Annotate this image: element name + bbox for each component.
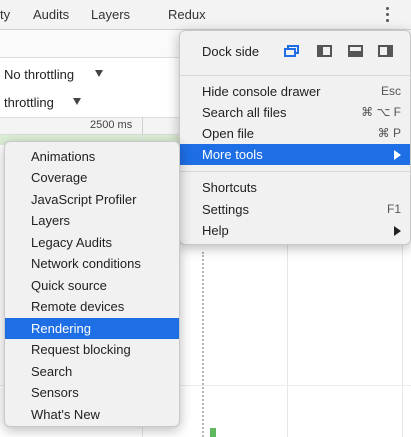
menu-item-open-file[interactable]: Open file ⌘ P bbox=[180, 123, 410, 144]
menu-item-hide-console-drawer[interactable]: Hide console drawer Esc bbox=[180, 81, 410, 102]
submenu-item-search[interactable]: Search bbox=[5, 361, 179, 382]
timeline-marker-line bbox=[202, 252, 204, 437]
tab-truncated[interactable]: ty bbox=[0, 0, 10, 29]
submenu-item-label: What's New bbox=[31, 407, 100, 422]
menu-item-label: Help bbox=[202, 223, 229, 238]
submenu-item-network-conditions[interactable]: Network conditions bbox=[5, 253, 179, 274]
menu-divider bbox=[180, 171, 410, 172]
menu-item-label: More tools bbox=[202, 147, 263, 162]
menu-item-more-tools[interactable]: More tools bbox=[180, 144, 410, 165]
dock-bottom-icon[interactable] bbox=[348, 45, 363, 57]
undock-icon[interactable] bbox=[284, 45, 299, 57]
submenu-item-label: Sensors bbox=[31, 385, 79, 400]
devtools-tab-bar: ty Audits Layers Redux bbox=[0, 0, 411, 30]
submenu-item-rendering[interactable]: Rendering bbox=[5, 318, 179, 339]
menu-item-help[interactable]: Help bbox=[180, 220, 410, 241]
submenu-item-legacy-audits[interactable]: Legacy Audits bbox=[5, 232, 179, 253]
submenu-arrow-icon bbox=[394, 150, 401, 160]
menu-item-label: Search all files bbox=[202, 105, 287, 120]
submenu-item-sensors[interactable]: Sensors bbox=[5, 382, 179, 403]
submenu-item-label: Legacy Audits bbox=[31, 235, 112, 250]
menu-item-shortcut: ⌘ ⌥ F bbox=[361, 105, 401, 119]
menu-item-shortcuts[interactable]: Shortcuts bbox=[180, 177, 410, 198]
submenu-item-label: Layers bbox=[31, 213, 71, 228]
cpu-throttling-chevron-down-icon bbox=[73, 98, 81, 105]
menu-item-label: Hide console drawer bbox=[202, 84, 321, 99]
submenu-item-label: Coverage bbox=[31, 170, 88, 185]
network-throttling-chevron-down-icon bbox=[95, 70, 103, 77]
more-options-icon[interactable] bbox=[386, 7, 390, 23]
menu-item-label: Open file bbox=[202, 126, 255, 141]
menu-item-shortcut: F1 bbox=[386, 202, 401, 216]
submenu-item-label: Rendering bbox=[31, 321, 91, 336]
menu-item-search-all-files[interactable]: Search all files ⌘ ⌥ F bbox=[180, 102, 410, 123]
tab-audits[interactable]: Audits bbox=[33, 0, 69, 29]
cpu-throttling-select[interactable]: throttling bbox=[4, 95, 54, 110]
submenu-item-layers[interactable]: Layers bbox=[5, 210, 179, 231]
submenu-item-label: JavaScript Profiler bbox=[31, 192, 137, 207]
dock-right-icon[interactable] bbox=[378, 45, 393, 57]
ruler-tick bbox=[142, 118, 143, 134]
submenu-item-label: Remote devices bbox=[31, 299, 125, 314]
submenu-arrow-icon bbox=[394, 226, 401, 236]
dock-left-icon[interactable] bbox=[317, 45, 332, 57]
network-throttling-select[interactable]: No throttling bbox=[4, 67, 74, 82]
menu-item-label: Shortcuts bbox=[202, 180, 257, 195]
submenu-item-remote-devices[interactable]: Remote devices bbox=[5, 296, 179, 317]
submenu-item-label: Search bbox=[31, 364, 73, 379]
menu-item-shortcut: ⌘ P bbox=[377, 126, 401, 140]
submenu-item-coverage[interactable]: Coverage bbox=[5, 167, 179, 188]
submenu-item-label: Network conditions bbox=[31, 256, 141, 271]
devtools-main-menu: Dock side Hide console drawer Esc Search… bbox=[179, 30, 411, 245]
submenu-item-label: Animations bbox=[31, 149, 96, 164]
submenu-item-label: Request blocking bbox=[31, 342, 131, 357]
tab-layers[interactable]: Layers bbox=[91, 0, 130, 29]
menu-item-label: Settings bbox=[202, 202, 249, 217]
menu-divider bbox=[180, 75, 410, 76]
submenu-item-quick-source[interactable]: Quick source bbox=[5, 275, 179, 296]
tab-redux[interactable]: Redux bbox=[168, 0, 206, 29]
ruler-label: 2500 ms bbox=[90, 119, 133, 131]
submenu-item-javascript-profiler[interactable]: JavaScript Profiler bbox=[5, 189, 179, 210]
menu-item-settings[interactable]: Settings F1 bbox=[180, 199, 410, 220]
timeline-event-marker bbox=[210, 428, 216, 437]
dock-side-label: Dock side bbox=[202, 44, 260, 59]
submenu-item-whats-new[interactable]: What's New bbox=[5, 404, 179, 425]
submenu-item-animations[interactable]: Animations bbox=[5, 146, 179, 167]
submenu-item-request-blocking[interactable]: Request blocking bbox=[5, 339, 179, 360]
submenu-item-label: Quick source bbox=[31, 278, 107, 293]
menu-item-shortcut: Esc bbox=[380, 84, 401, 98]
more-tools-submenu: Animations Coverage JavaScript Profiler … bbox=[4, 141, 180, 427]
